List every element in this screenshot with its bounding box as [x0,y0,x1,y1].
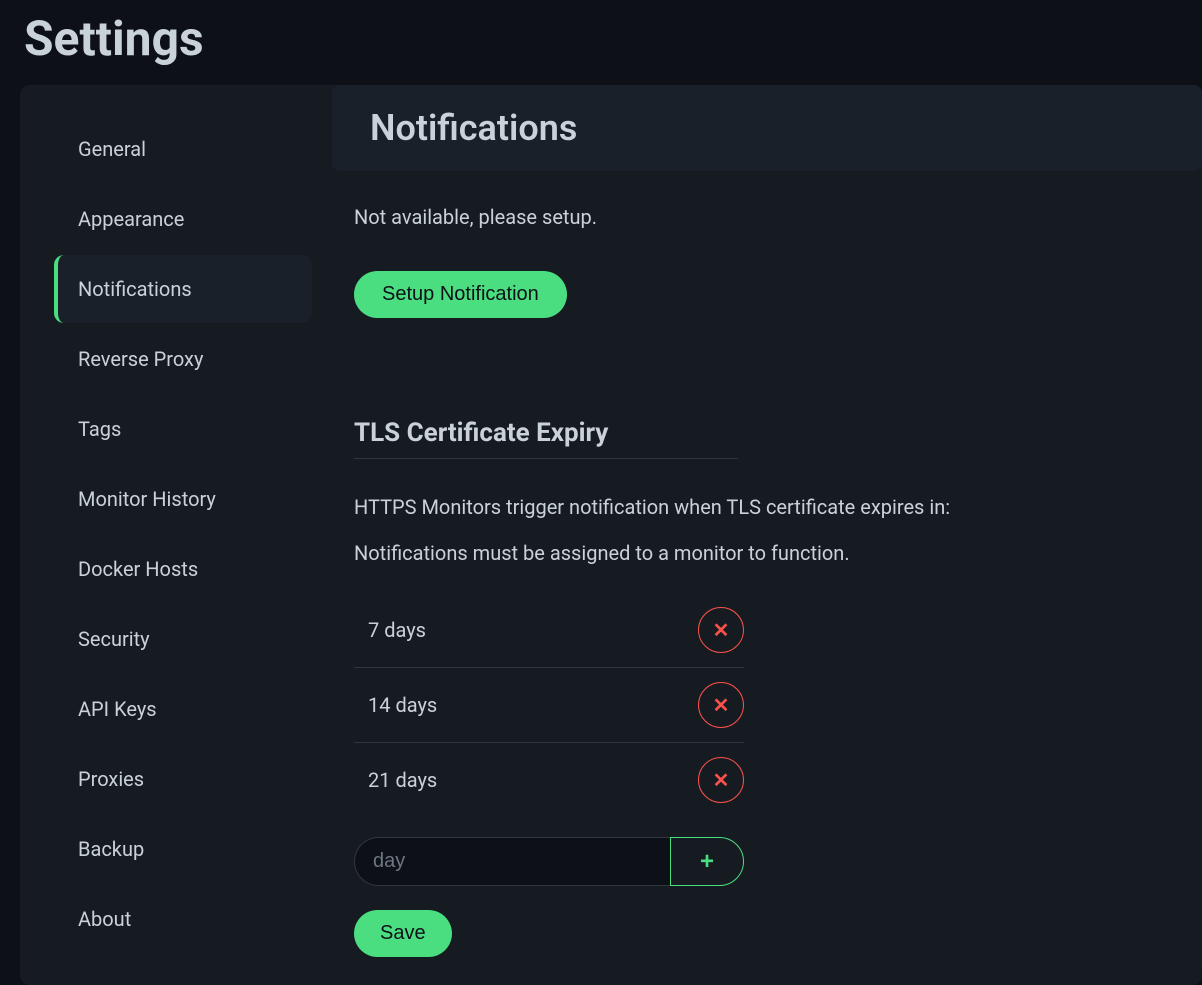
sidebar-item-about[interactable]: About [58,885,312,953]
sidebar-item-appearance[interactable]: Appearance [58,185,312,253]
setup-notification-button[interactable]: Setup Notification [354,271,567,318]
sidebar-item-label: API Keys [78,697,157,721]
expiry-label: 7 days [368,618,426,642]
settings-sidebar: General Appearance Notifications Reverse… [20,85,332,985]
settings-container: General Appearance Notifications Reverse… [20,85,1202,985]
expiry-label: 21 days [368,768,437,792]
section-heading: Notifications [370,107,1164,149]
expiry-list: 7 days ✕ 14 days ✕ 21 days [354,593,744,817]
sidebar-item-notifications[interactable]: Notifications [54,255,312,323]
sidebar-item-tags[interactable]: Tags [58,395,312,463]
sidebar-item-api-keys[interactable]: API Keys [58,675,312,743]
sidebar-item-label: Security [78,627,150,651]
settings-content: Notifications Not available, please setu… [332,85,1202,985]
sidebar-item-label: Reverse Proxy [78,347,203,371]
remove-expiry-button[interactable]: ✕ [698,682,744,728]
day-input[interactable] [354,837,670,886]
expiry-label: 14 days [368,693,437,717]
add-expiry-row: + [354,837,744,886]
tls-desc-2: Notifications must be assigned to a moni… [354,541,1180,565]
add-expiry-button[interactable]: + [670,837,744,886]
close-icon: ✕ [713,618,730,643]
section-body: Not available, please setup. Setup Notif… [332,171,1202,957]
sidebar-item-label: Monitor History [78,487,216,511]
sidebar-item-docker-hosts[interactable]: Docker Hosts [58,535,312,603]
sidebar-item-general[interactable]: General [58,115,312,183]
section-header: Notifications [332,85,1202,171]
tls-section: TLS Certificate Expiry HTTPS Monitors tr… [354,418,1180,957]
sidebar-item-monitor-history[interactable]: Monitor History [58,465,312,533]
sidebar-item-label: About [78,907,131,931]
tls-title: TLS Certificate Expiry [354,418,738,459]
expiry-item: 14 days ✕ [354,668,744,743]
close-icon: ✕ [713,768,730,793]
sidebar-item-label: Docker Hosts [78,557,198,581]
save-button[interactable]: Save [354,910,452,957]
sidebar-item-label: Appearance [78,207,184,231]
remove-expiry-button[interactable]: ✕ [698,607,744,653]
sidebar-item-label: Tags [78,417,121,441]
sidebar-item-label: Notifications [78,277,192,301]
page-title: Settings [0,0,1202,85]
sidebar-item-security[interactable]: Security [58,605,312,673]
sidebar-item-label: Proxies [78,767,144,791]
remove-expiry-button[interactable]: ✕ [698,757,744,803]
sidebar-item-label: Backup [78,837,144,861]
sidebar-item-label: General [78,137,146,161]
tls-desc-1: HTTPS Monitors trigger notification when… [354,495,1180,519]
sidebar-item-reverse-proxy[interactable]: Reverse Proxy [58,325,312,393]
sidebar-item-proxies[interactable]: Proxies [58,745,312,813]
plus-icon: + [700,848,714,876]
sidebar-item-backup[interactable]: Backup [58,815,312,883]
expiry-item: 7 days ✕ [354,593,744,668]
not-available-message: Not available, please setup. [354,205,1180,229]
expiry-item: 21 days ✕ [354,743,744,817]
close-icon: ✕ [713,693,730,718]
